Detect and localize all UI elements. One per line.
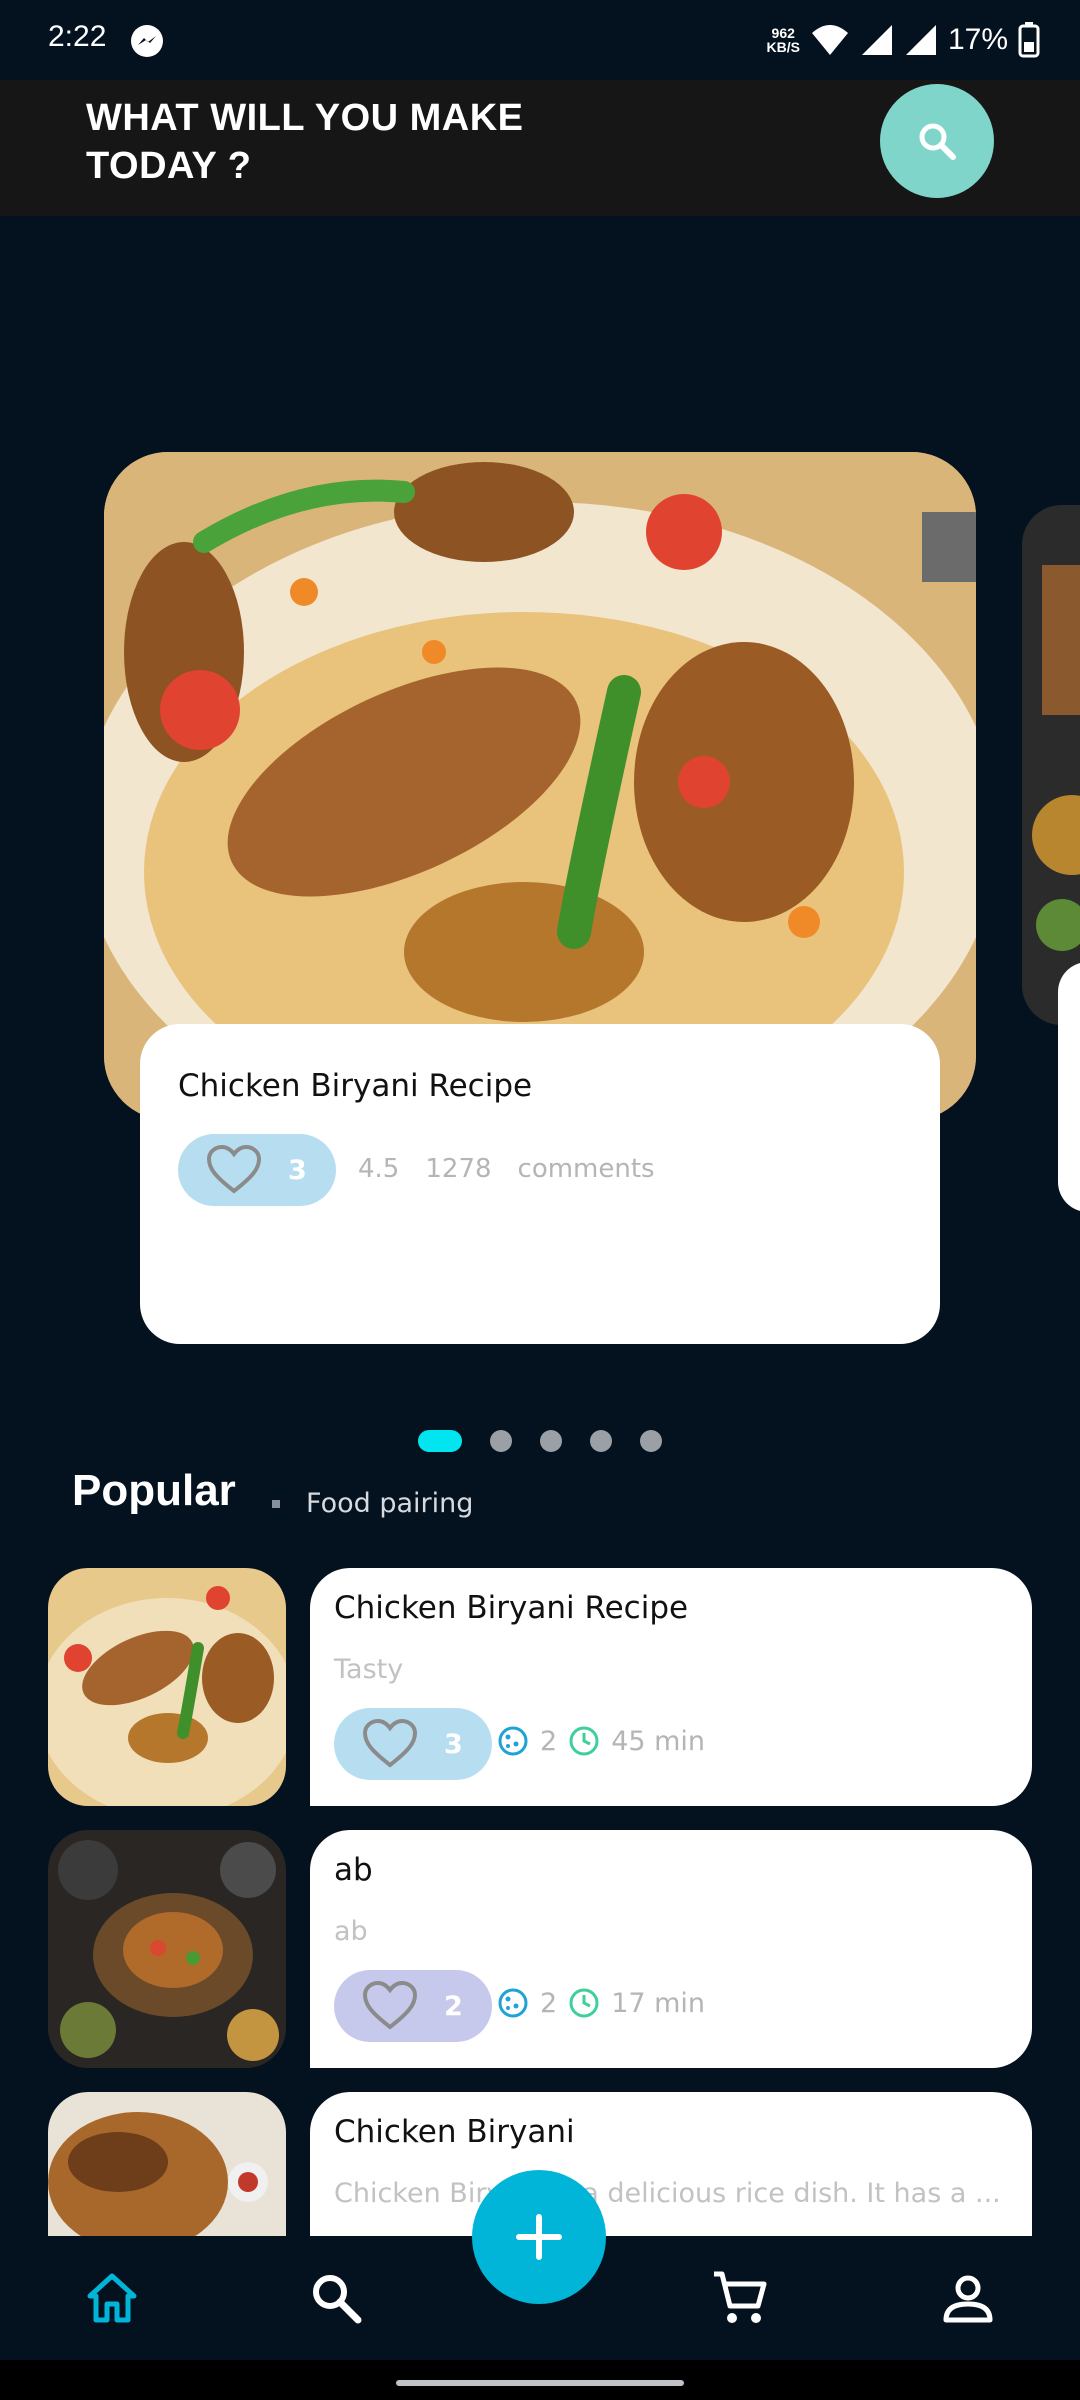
clock-icon — [569, 1988, 599, 2018]
recipe-like-button[interactable]: 3 — [334, 1708, 492, 1780]
biryani-thumb-photo — [48, 1568, 286, 1806]
popular-heading: Popular — [72, 1466, 236, 1515]
signal-icon-2 — [905, 25, 936, 55]
app-header: WHAT WILL YOU MAKE TODAY ? — [0, 80, 1080, 216]
carousel-dot-active[interactable] — [418, 1430, 462, 1452]
page-title: WHAT WILL YOU MAKE TODAY ? — [86, 97, 524, 187]
featured-like-button[interactable]: 3 — [178, 1134, 336, 1206]
nav-cart[interactable] — [708, 2266, 772, 2330]
home-icon — [87, 2273, 137, 2323]
heart-icon — [362, 1981, 418, 2030]
biryani-photo — [104, 452, 976, 1120]
recipe-thumbnail[interactable] — [48, 1568, 286, 1806]
recipe-subtitle: ab — [334, 1916, 368, 1947]
carousel-page-indicator — [0, 1430, 1080, 1452]
next-featured-info-card — [1058, 962, 1080, 1212]
food-pairing-tab[interactable]: Food pairing — [306, 1488, 473, 1519]
messenger-icon — [131, 25, 163, 57]
net-speed-unit: KB/S — [766, 39, 800, 55]
recipe-card[interactable]: Chicken Biryani Chicken Biryani is a del… — [310, 2092, 1032, 2236]
network-speed: 962 KB/S — [767, 26, 800, 54]
featured-stats: 4.5 1278 comments — [358, 1154, 655, 1184]
search-button[interactable] — [880, 84, 994, 198]
carousel-dot[interactable] — [490, 1430, 512, 1452]
nav-search[interactable] — [304, 2266, 368, 2330]
recipe-meta: 2 45 min — [496, 1724, 705, 1758]
carousel-dot[interactable] — [590, 1430, 612, 1452]
roast-chicken-thumb-photo — [48, 1830, 286, 2068]
recipe-subtitle: Tasty — [334, 1654, 404, 1685]
recipe-title: ab — [334, 1852, 373, 1888]
search-icon — [313, 2275, 362, 2324]
wifi-icon — [811, 25, 848, 55]
recipe-meta: 2 17 min — [496, 1986, 705, 2020]
net-speed-value: 962 — [771, 25, 795, 41]
carousel-dot[interactable] — [640, 1430, 662, 1452]
chicken-biryani-thumb-photo — [48, 2092, 286, 2236]
nav-home[interactable] — [80, 2266, 144, 2330]
next-featured-recipe-image[interactable] — [1022, 505, 1080, 1025]
cookie-icon — [498, 1726, 528, 1756]
next-dish-photo — [1022, 505, 1080, 1025]
status-time: 2:22 — [48, 20, 107, 53]
gesture-handle[interactable] — [396, 2380, 684, 2386]
recipe-thumbnail[interactable] — [48, 2092, 286, 2236]
recipe-card[interactable]: Chicken Biryani Recipe Tasty 3 2 45 min — [310, 1568, 1032, 1806]
signal-icon — [861, 25, 892, 55]
status-indicators: 962 KB/S 17% — [767, 18, 1041, 62]
recipe-title: Chicken Biryani — [334, 2114, 575, 2150]
featured-like-count: 3 — [288, 1154, 307, 1186]
featured-comment-label: comments — [517, 1154, 655, 1184]
clock-icon — [569, 1726, 599, 1756]
recipe-time: 45 min — [611, 1725, 706, 1757]
heart-icon — [206, 1145, 262, 1194]
cookie-icon — [498, 1988, 528, 2018]
heart-icon — [362, 1719, 418, 1768]
plus-icon — [516, 2214, 562, 2260]
nav-profile[interactable] — [936, 2266, 1000, 2330]
heading-separator — [272, 1500, 280, 1508]
recipe-subtitle: Chicken Biryani is a delicious rice dish… — [334, 2178, 1001, 2209]
recipe-servings: 2 — [540, 1987, 558, 2019]
battery-percent: 17% — [947, 23, 1008, 56]
recipe-servings: 2 — [540, 1725, 558, 1757]
status-bar: 2:22 962 KB/S 17% — [0, 0, 1080, 80]
featured-recipe-title: Chicken Biryani Recipe — [178, 1068, 533, 1104]
recipe-time: 17 min — [611, 1987, 706, 2019]
recipe-like-button[interactable]: 2 — [334, 1970, 492, 2042]
carousel-dot[interactable] — [540, 1430, 562, 1452]
add-recipe-button[interactable] — [472, 2170, 606, 2304]
featured-comment-count: 1278 — [425, 1154, 492, 1184]
featured-recipe-info[interactable]: Chicken Biryani Recipe 3 4.5 1278 commen… — [140, 1024, 940, 1344]
search-icon — [919, 123, 956, 160]
recipe-like-count: 2 — [444, 1990, 463, 2022]
profile-icon — [943, 2275, 993, 2323]
recipe-like-count: 3 — [444, 1728, 463, 1760]
featured-rating: 4.5 — [358, 1154, 400, 1184]
recipe-card[interactable]: ab ab 2 2 17 min — [310, 1830, 1032, 2068]
battery-icon — [1018, 22, 1040, 58]
recipe-title: Chicken Biryani Recipe — [334, 1590, 689, 1626]
cart-icon — [714, 2271, 767, 2323]
recipe-thumbnail[interactable] — [48, 1830, 286, 2068]
featured-recipe-image[interactable] — [104, 452, 976, 1120]
